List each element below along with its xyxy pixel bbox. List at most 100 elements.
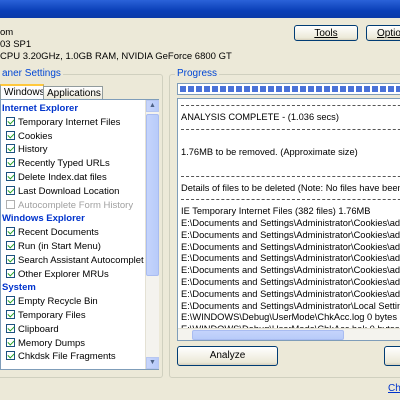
tree-item-label: Other Explorer MRUs <box>18 268 109 280</box>
log-line: ANALYSIS COMPLETE - (1.036 secs) <box>181 111 339 122</box>
checkbox[interactable] <box>6 158 15 168</box>
tree-item-label: Recent Documents <box>18 227 99 239</box>
checkbox[interactable] <box>6 296 15 306</box>
log-line: E:\Documents and Settings\Administrator\… <box>181 288 400 299</box>
tools-button[interactable]: Tools <box>294 25 358 41</box>
log-line: E:\Documents and Settings\Administrator\… <box>181 253 400 264</box>
log-separator <box>181 199 400 201</box>
tree-item[interactable]: Memory Dumps <box>6 337 86 352</box>
tree-section-label: Internet Explorer <box>2 103 79 114</box>
log-horizontal-scrollbar[interactable] <box>178 328 400 340</box>
tree-item[interactable]: Autocomplete Form History <box>6 199 134 214</box>
tab-panel-windows: Internet Explorer Temporary Internet File… <box>0 99 159 370</box>
log-separator <box>181 175 400 177</box>
window-title-bar[interactable] <box>0 0 400 18</box>
progress-bar-fill <box>180 86 400 92</box>
tree-item[interactable]: Chkdsk File Fragments <box>6 351 116 365</box>
system-info-line-1: om <box>0 27 14 38</box>
tree-item[interactable]: Delete Index.dat files <box>6 172 107 186</box>
tree-item[interactable]: Temporary Internet Files <box>6 116 121 131</box>
tree-item-label: History <box>18 144 48 156</box>
log-line: E:\Documents and Settings\Administrator\… <box>181 218 400 228</box>
tree-item-label: Recently Typed URLs <box>18 158 110 170</box>
tree-section-header: Windows Explorer <box>2 213 85 227</box>
tree-scroll-thumb[interactable] <box>146 114 159 276</box>
log-line: E:\Documents and Settings\Administrator\… <box>181 241 400 252</box>
log-line: Details of files to be deleted (Note: No… <box>181 182 400 193</box>
tree-item-label: Search Assistant Autocomplete <box>18 254 144 266</box>
tree-item[interactable]: Temporary Files <box>6 310 86 324</box>
tools-button-label: Tools <box>314 28 338 39</box>
tree-item-label: Empty Recycle Bin <box>18 296 98 308</box>
cleaner-tree: Internet Explorer Temporary Internet File… <box>2 100 144 369</box>
log-scroll-thumb[interactable] <box>192 330 344 340</box>
scroll-down-arrow-icon[interactable]: ▼ <box>146 357 159 369</box>
checkbox[interactable] <box>6 185 15 195</box>
tree-item-label: Cookies <box>18 130 53 142</box>
tree-item-label: Autocomplete Form History <box>18 199 134 211</box>
tree-item-label: Memory Dumps <box>18 337 86 349</box>
footer-link[interactable]: Ch <box>388 383 400 394</box>
tab-windows-label: Windows <box>4 87 45 98</box>
system-info-line-2: 03 SP1 <box>0 39 32 50</box>
tree-item[interactable]: Clipboard <box>6 323 59 338</box>
tree-item[interactable]: Recently Typed URLs <box>6 158 110 172</box>
tree-item-label: Run (in Start Menu) <box>18 241 101 252</box>
tree-section-label: Windows Explorer <box>2 213 85 225</box>
tree-vertical-scrollbar[interactable]: ▲ ▼ <box>145 100 159 369</box>
log-line: 1.76MB to be removed. (Approximate size) <box>181 147 358 158</box>
tab-windows[interactable]: Windows <box>0 84 45 100</box>
system-info-line-3: CPU 3.20GHz, 1.0GB RAM, NVIDIA GeForce 6… <box>0 51 232 62</box>
tree-item[interactable]: Last Download Location <box>6 185 120 200</box>
scroll-up-arrow-icon[interactable]: ▲ <box>146 100 159 112</box>
checkbox[interactable] <box>6 116 15 126</box>
run-cleaner-button[interactable] <box>384 346 400 366</box>
tree-item[interactable]: Search Assistant Autocomplete <box>6 254 144 269</box>
checkbox[interactable] <box>6 254 15 264</box>
checkbox[interactable] <box>6 351 15 361</box>
tree-item-label: Last Download Location <box>18 185 120 197</box>
progress-title: Progress <box>175 68 220 79</box>
checkbox[interactable] <box>6 268 15 278</box>
tree-section-header: Internet Explorer <box>2 103 78 117</box>
tree-section-header: System <box>2 282 36 296</box>
tree-item[interactable]: History <box>6 144 48 158</box>
options-button[interactable]: Optio <box>366 25 400 41</box>
checkbox[interactable] <box>6 337 15 347</box>
log-line: E:\Documents and Settings\Administrator\… <box>181 229 400 240</box>
checkbox[interactable] <box>6 310 15 319</box>
tab-applications[interactable]: Applications <box>43 86 103 100</box>
log-line: E:\Documents and Settings\Administrator\… <box>181 265 400 276</box>
checkbox[interactable] <box>6 227 15 237</box>
results-log: ANALYSIS COMPLETE - (1.036 secs) 1.76MB t… <box>177 98 400 341</box>
log-line: IE Temporary Internet Files (382 files) … <box>181 206 371 217</box>
tree-section-label: System <box>2 282 36 294</box>
tree-item[interactable]: Cookies <box>6 130 53 145</box>
tree-item-label: Delete Index.dat files <box>18 172 107 183</box>
tree-item[interactable]: Run (in Start Menu) <box>6 241 101 255</box>
checkbox[interactable] <box>6 172 15 181</box>
log-separator <box>181 128 400 130</box>
log-line: E:\Documents and Settings\Administrator\… <box>181 300 400 311</box>
results-log-content: ANALYSIS COMPLETE - (1.036 secs) 1.76MB t… <box>178 99 400 328</box>
tree-item[interactable]: Other Explorer MRUs <box>6 268 109 283</box>
checkbox[interactable] <box>6 241 15 250</box>
checkbox[interactable] <box>6 144 15 154</box>
options-button-label: Optio <box>377 28 400 39</box>
cleaner-settings-title: aner Settings <box>0 68 63 79</box>
tree-item-label: Clipboard <box>18 323 59 335</box>
tab-applications-label: Applications <box>47 88 101 99</box>
log-separator <box>181 105 400 106</box>
log-line: E:\Documents and Settings\Administrator\… <box>181 277 400 287</box>
checkbox[interactable] <box>6 199 15 209</box>
tree-item-label: Temporary Internet Files <box>18 116 121 128</box>
checkbox[interactable] <box>6 323 15 333</box>
progress-bar <box>177 83 400 95</box>
tree-item-label: Chkdsk File Fragments <box>18 351 116 363</box>
tree-item[interactable]: Empty Recycle Bin <box>6 296 98 310</box>
tree-item[interactable]: Recent Documents <box>6 227 99 241</box>
analyze-button-label: Analyze <box>209 350 246 361</box>
tree-item-label: Temporary Files <box>18 310 86 321</box>
analyze-button[interactable]: Analyze <box>177 346 278 366</box>
checkbox[interactable] <box>6 130 15 140</box>
